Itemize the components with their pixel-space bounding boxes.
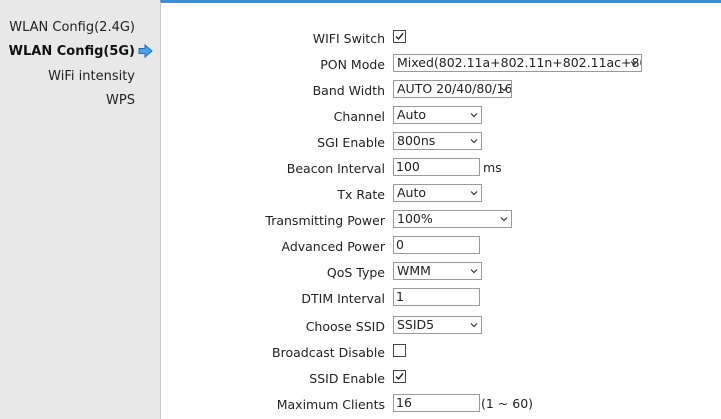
check-icon	[395, 373, 404, 381]
pon-mode-select[interactable]: Mixed(802.11a+802.11n+802.11ac+802.11ax)	[393, 54, 642, 72]
main-panel: WIFI Switch PON Mode Mixed(802.11a+802.1…	[160, 0, 721, 419]
row-transmitting-power: Transmitting Power 100%	[161, 210, 721, 232]
band-width-label: Band Width	[312, 83, 385, 98]
sidebar-item-wlan-config-2-4g[interactable]: WLAN Config(2.4G)	[9, 20, 135, 35]
row-ssid-enable: SSID Enable	[161, 368, 721, 390]
beacon-interval-input[interactable]: 100	[393, 158, 480, 176]
row-wifi-switch: WIFI Switch	[161, 28, 721, 50]
dtim-interval-input[interactable]: 1	[393, 288, 480, 306]
channel-label: Channel	[333, 109, 385, 124]
tx-rate-value: Auto	[397, 185, 427, 200]
row-choose-ssid: Choose SSID SSID5	[161, 316, 721, 338]
row-broadcast-disable: Broadcast Disable	[161, 342, 721, 364]
advanced-power-input[interactable]: 0	[393, 236, 480, 254]
channel-select[interactable]: Auto	[393, 106, 482, 124]
chevron-down-icon	[470, 269, 478, 274]
wifi-switch-label: WIFI Switch	[312, 31, 385, 46]
dtim-interval-label: DTIM Interval	[301, 291, 385, 306]
tx-rate-label: Tx Rate	[337, 187, 385, 202]
pon-mode-value: Mixed(802.11a+802.11n+802.11ac+802.11ax)	[397, 55, 641, 70]
choose-ssid-label: Choose SSID	[305, 319, 385, 334]
row-beacon-interval: Beacon Interval 100 ms	[161, 158, 721, 180]
ssid-enable-checkbox[interactable]	[393, 370, 406, 383]
sidebar-item-wifi-intensity[interactable]: WiFi intensity	[48, 69, 135, 84]
row-sgi-enable: SGI Enable 800ns	[161, 132, 721, 154]
beacon-interval-unit: ms	[483, 160, 502, 175]
advanced-power-label: Advanced Power	[281, 239, 385, 254]
choose-ssid-value: SSID5	[397, 317, 435, 332]
sgi-enable-label: SGI Enable	[317, 135, 385, 150]
broadcast-disable-checkbox[interactable]	[393, 344, 406, 357]
pon-mode-label: PON Mode	[320, 57, 385, 72]
check-icon	[395, 33, 404, 41]
chevron-down-icon	[470, 323, 478, 328]
chevron-down-icon	[500, 87, 508, 92]
channel-value: Auto	[397, 107, 427, 122]
row-band-width: Band Width AUTO 20/40/80/160MHz	[161, 80, 721, 102]
row-dtim-interval: DTIM Interval 1	[161, 288, 721, 310]
qos-type-label: QoS Type	[326, 265, 385, 280]
qos-type-value: WMM	[397, 263, 431, 278]
maximum-clients-input[interactable]: 16	[393, 394, 480, 412]
wifi-switch-checkbox[interactable]	[393, 30, 406, 43]
chevron-down-icon	[470, 113, 478, 118]
row-tx-rate: Tx Rate Auto	[161, 184, 721, 206]
band-width-select[interactable]: AUTO 20/40/80/160MHz	[393, 80, 512, 98]
transmitting-power-select[interactable]: 100%	[393, 210, 512, 228]
sidebar-item-wlan-config-5g[interactable]: WLAN Config(5G)	[9, 44, 135, 59]
sgi-enable-value: 800ns	[397, 133, 436, 148]
arrow-right-icon	[138, 44, 153, 58]
tx-rate-select[interactable]: Auto	[393, 184, 482, 202]
row-channel: Channel Auto	[161, 106, 721, 128]
row-advanced-power: Advanced Power 0	[161, 236, 721, 258]
choose-ssid-select[interactable]: SSID5	[393, 316, 482, 334]
broadcast-disable-label: Broadcast Disable	[272, 345, 385, 360]
transmitting-power-value: 100%	[397, 211, 433, 226]
chevron-down-icon	[470, 191, 478, 196]
sidebar: WLAN Config(2.4G) WLAN Config(5G) WiFi i…	[0, 0, 160, 419]
maximum-clients-hint: (1 ~ 60)	[481, 396, 534, 411]
qos-type-select[interactable]: WMM	[393, 262, 482, 280]
row-qos-type: QoS Type WMM	[161, 262, 721, 284]
band-width-value: AUTO 20/40/80/160MHz	[397, 81, 512, 96]
transmitting-power-label: Transmitting Power	[265, 213, 385, 228]
chevron-down-icon	[630, 61, 638, 66]
ssid-enable-label: SSID Enable	[309, 371, 385, 386]
beacon-interval-label: Beacon Interval	[286, 161, 385, 176]
row-pon-mode: PON Mode Mixed(802.11a+802.11n+802.11ac+…	[161, 54, 721, 76]
chevron-down-icon	[500, 217, 508, 222]
chevron-down-icon	[470, 139, 478, 144]
sidebar-item-wps[interactable]: WPS	[106, 93, 135, 108]
maximum-clients-label: Maximum Clients	[276, 397, 385, 412]
sgi-enable-select[interactable]: 800ns	[393, 132, 482, 150]
row-maximum-clients: Maximum Clients 16 (1 ~ 60)	[161, 394, 721, 416]
